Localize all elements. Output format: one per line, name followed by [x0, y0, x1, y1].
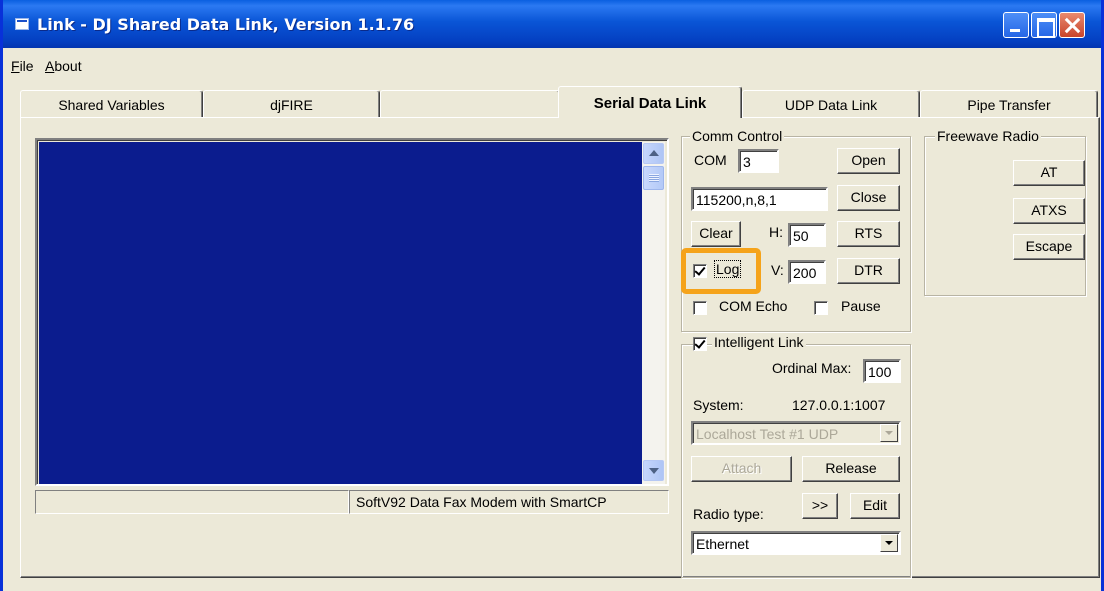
- clear-button[interactable]: Clear: [691, 221, 741, 247]
- tab-blank[interactable]: [380, 90, 560, 118]
- app-icon: [15, 18, 29, 30]
- menu-bar: File About: [3, 48, 1101, 84]
- intelligent-link-checkbox[interactable]: [693, 337, 707, 351]
- edit-button[interactable]: Edit: [850, 493, 900, 519]
- release-button[interactable]: Release: [802, 456, 900, 482]
- more-button[interactable]: >>: [802, 493, 838, 519]
- tab-pipe-transfer[interactable]: Pipe Transfer: [920, 90, 1098, 118]
- attach-button[interactable]: Attach: [691, 456, 792, 482]
- maximize-icon[interactable]: [1031, 12, 1057, 38]
- terminal-output[interactable]: [39, 142, 642, 484]
- h-label: H:: [769, 224, 783, 240]
- scroll-up-icon[interactable]: [643, 143, 664, 164]
- close-button[interactable]: Close: [837, 185, 900, 211]
- system-select-value: Localhost Test #1 UDP: [696, 426, 839, 442]
- escape-button[interactable]: Escape: [1013, 234, 1085, 260]
- freewave-legend: Freewave Radio: [935, 128, 1041, 144]
- tab-udp-data-link[interactable]: UDP Data Link: [742, 90, 920, 118]
- system-address: 127.0.0.1:1007: [792, 397, 886, 413]
- tab-shared-variables[interactable]: Shared Variables: [20, 90, 203, 118]
- vertical-scrollbar[interactable]: [642, 142, 665, 484]
- com-echo-checkbox[interactable]: [693, 301, 707, 315]
- ordinal-max-field[interactable]: 100: [863, 359, 901, 383]
- app-window: Link - DJ Shared Data Link, Version 1.1.…: [0, 0, 1104, 591]
- system-select[interactable]: Localhost Test #1 UDP: [691, 421, 901, 445]
- intelligent-link-legend: Intelligent Link: [712, 334, 806, 350]
- close-icon[interactable]: [1059, 12, 1085, 38]
- h-value-field[interactable]: 50: [788, 223, 826, 247]
- dtr-button[interactable]: DTR: [837, 258, 900, 284]
- tab-djfire[interactable]: djFIRE: [203, 90, 380, 118]
- atxs-button[interactable]: ATXS: [1013, 198, 1085, 224]
- tab-serial-data-link[interactable]: Serial Data Link: [558, 86, 742, 118]
- at-button[interactable]: AT: [1013, 160, 1085, 186]
- pause-checkbox[interactable]: [814, 301, 828, 315]
- radio-type-select[interactable]: Ethernet: [691, 531, 901, 555]
- menu-file[interactable]: File: [11, 58, 34, 74]
- comm-control-legend: Comm Control: [690, 128, 785, 144]
- chevron-down-icon[interactable]: [880, 424, 898, 442]
- v-label: V:: [771, 262, 784, 278]
- system-label: System:: [693, 397, 744, 413]
- rts-button[interactable]: RTS: [837, 221, 900, 247]
- com-settings-field[interactable]: 115200,n,8,1: [691, 187, 828, 211]
- terminal-box: [35, 138, 669, 486]
- com-port-field[interactable]: 3: [738, 149, 779, 173]
- log-highlight-box: [681, 248, 761, 294]
- status-modem: SoftV92 Data Fax Modem with SmartCP: [349, 490, 669, 514]
- status-left: [35, 490, 349, 514]
- scroll-thumb[interactable]: [643, 166, 664, 190]
- com-label: COM: [694, 152, 727, 168]
- com-echo-label: COM Echo: [719, 298, 788, 314]
- minimize-icon[interactable]: [1003, 12, 1029, 38]
- scroll-down-icon[interactable]: [643, 460, 664, 481]
- title-bar[interactable]: Link - DJ Shared Data Link, Version 1.1.…: [3, 0, 1101, 48]
- chevron-down-icon[interactable]: [880, 534, 898, 552]
- tab-strip: Shared Variables djFIRE Serial Data Link…: [20, 86, 1100, 118]
- radio-type-value: Ethernet: [696, 536, 749, 552]
- pause-label: Pause: [841, 298, 881, 314]
- ordinal-max-label: Ordinal Max:: [772, 360, 852, 376]
- menu-about[interactable]: About: [45, 58, 82, 74]
- radio-type-label: Radio type:: [693, 506, 764, 522]
- v-value-field[interactable]: 200: [788, 260, 826, 284]
- window-title: Link - DJ Shared Data Link, Version 1.1.…: [37, 15, 415, 34]
- open-button[interactable]: Open: [837, 148, 900, 174]
